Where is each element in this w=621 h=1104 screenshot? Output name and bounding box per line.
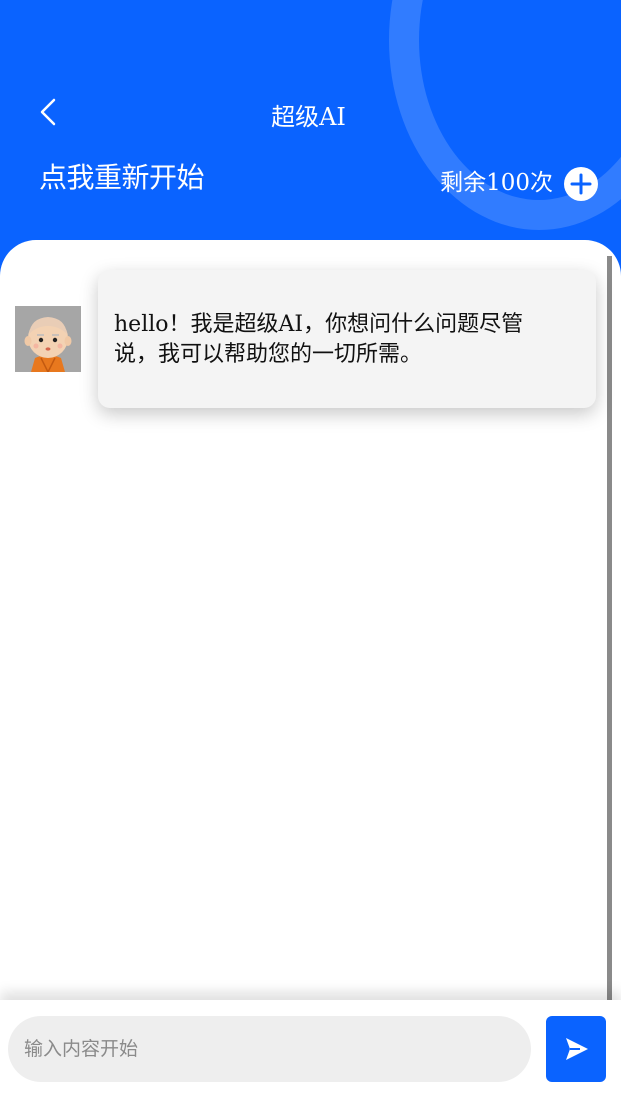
plus-circle-icon <box>570 173 592 195</box>
send-button[interactable] <box>546 1016 606 1082</box>
message-input[interactable] <box>8 1016 531 1082</box>
input-bar <box>0 1000 621 1104</box>
send-arrow-icon <box>566 1038 588 1060</box>
restart-button[interactable]: 点我重新开始 <box>39 158 205 198</box>
app-root: 超级AI 点我重新开始 剩余100次 hello！我是超级AI，你想问什么问题尽… <box>0 0 621 1104</box>
bot-message-bubble: hello！我是超级AI，你想问什么问题尽管说，我可以帮助您的一切所需。 <box>98 270 596 408</box>
bot-message-text: hello！我是超级AI，你想问什么问题尽管说，我可以帮助您的一切所需。 <box>114 312 524 367</box>
bot-avatar <box>15 306 81 372</box>
add-credits-button[interactable] <box>564 167 598 201</box>
page-title: 超级AI <box>271 103 346 131</box>
remaining-count: 剩余100次 <box>440 170 553 196</box>
chat-scrollbar[interactable] <box>607 256 612 1000</box>
monk-avatar-icon <box>15 306 81 372</box>
